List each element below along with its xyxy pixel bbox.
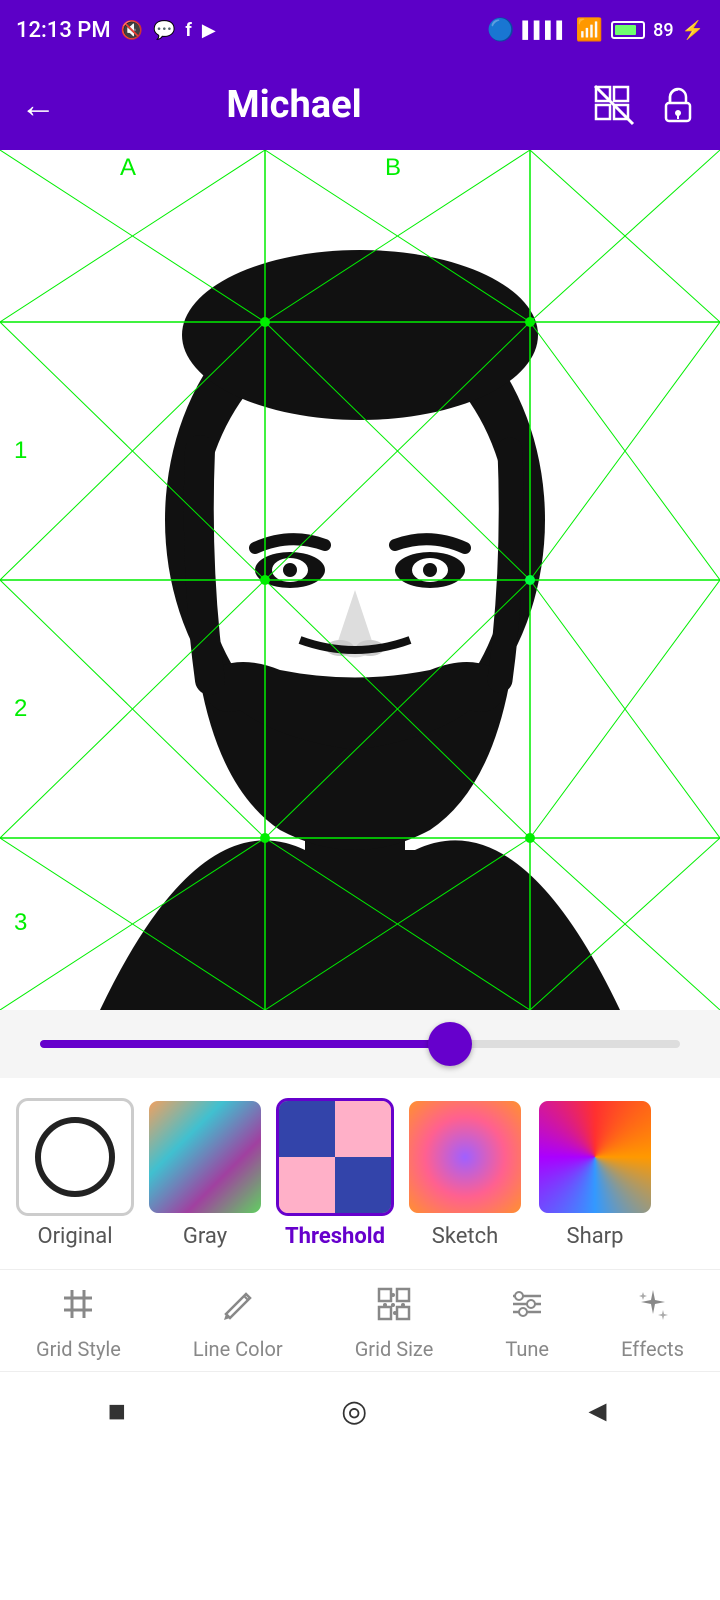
filter-sketch[interactable]: Sketch bbox=[406, 1098, 524, 1249]
canvas-area: A B 1 2 3 bbox=[0, 150, 720, 1010]
sketch-thumb-visual bbox=[409, 1101, 521, 1213]
nav-home-button[interactable]: ◎ bbox=[341, 1394, 367, 1429]
page-title: Michael bbox=[76, 83, 512, 127]
grid-toggle-button[interactable] bbox=[592, 83, 636, 127]
header-icons bbox=[592, 83, 700, 127]
tune-icon bbox=[509, 1286, 545, 1331]
filter-sketch-label: Sketch bbox=[432, 1224, 499, 1249]
status-bar: 12:13 PM 🔇 💬 f ▶ 🔵 ▌▌▌▌ 📶 89 ⚡ bbox=[0, 0, 720, 60]
toolbar-line-color[interactable]: Line Color bbox=[193, 1286, 283, 1361]
tune-label: Tune bbox=[505, 1337, 549, 1361]
filter-sharp-label: Sharp bbox=[567, 1224, 624, 1249]
filter-gray-label: Gray bbox=[183, 1224, 227, 1249]
filter-original-label: Original bbox=[37, 1224, 112, 1249]
filter-threshold[interactable]: Threshold bbox=[276, 1098, 394, 1249]
lock-button[interactable] bbox=[656, 83, 700, 127]
status-left: 12:13 PM 🔇 💬 f ▶ bbox=[16, 18, 216, 43]
nav-stop-button[interactable]: ■ bbox=[108, 1394, 126, 1429]
lock-icon bbox=[656, 83, 700, 127]
hashtag-icon bbox=[60, 1286, 96, 1322]
toolbar-grid-style[interactable]: Grid Style bbox=[36, 1286, 121, 1361]
filter-threshold-thumb bbox=[276, 1098, 394, 1216]
toolbar-tune[interactable]: Tune bbox=[505, 1286, 549, 1361]
portrait-image bbox=[0, 150, 720, 1010]
status-time: 12:13 PM bbox=[16, 18, 111, 43]
gray-thumb-visual bbox=[149, 1101, 261, 1213]
toolbar-grid-size[interactable]: Grid Size bbox=[355, 1286, 434, 1361]
battery-icon bbox=[611, 21, 645, 39]
grid-size-label: Grid Size bbox=[355, 1337, 434, 1361]
slider-thumb[interactable] bbox=[428, 1022, 472, 1066]
filter-section: Original Gray Threshold Sketch bbox=[0, 1078, 720, 1269]
header: ← Michael bbox=[0, 60, 720, 150]
grid-size-icon bbox=[376, 1286, 412, 1331]
toolbar-effects[interactable]: Effects bbox=[621, 1286, 684, 1361]
charging-icon: ⚡ bbox=[682, 20, 704, 41]
filter-original[interactable]: Original bbox=[16, 1098, 134, 1249]
message-icon: 💬 bbox=[153, 20, 175, 41]
status-right: 🔵 ▌▌▌▌ 📶 89 ⚡ bbox=[487, 18, 704, 43]
line-color-label: Line Color bbox=[193, 1337, 283, 1361]
grid-style-label: Grid Style bbox=[36, 1337, 121, 1361]
filter-sharp[interactable]: Sharp bbox=[536, 1098, 654, 1249]
original-circle-icon bbox=[35, 1117, 115, 1197]
back-button[interactable]: ← bbox=[20, 84, 56, 126]
threshold-slider[interactable] bbox=[40, 1040, 680, 1048]
nav-back-button[interactable]: ◄ bbox=[583, 1394, 613, 1429]
effects-label: Effects bbox=[621, 1337, 684, 1361]
sharp-thumb-visual bbox=[539, 1101, 651, 1213]
effects-icon bbox=[635, 1286, 671, 1331]
wifi-icon: 📶 bbox=[576, 18, 603, 43]
filter-row: Original Gray Threshold Sketch bbox=[16, 1098, 704, 1259]
bluetooth-icon: 🔵 bbox=[487, 18, 514, 43]
grid-style-icon bbox=[60, 1286, 96, 1331]
filter-sharp-thumb bbox=[536, 1098, 654, 1216]
battery-percent: 89 bbox=[653, 20, 673, 41]
filter-original-thumb bbox=[16, 1098, 134, 1216]
slider-fill bbox=[40, 1040, 450, 1048]
pencil-icon bbox=[220, 1286, 256, 1331]
filter-sketch-thumb bbox=[406, 1098, 524, 1216]
slider-area bbox=[0, 1010, 720, 1078]
toolbar: Grid Style Line Color bbox=[0, 1269, 720, 1371]
facebook-icon: f bbox=[185, 20, 191, 41]
youtube-icon: ▶ bbox=[202, 20, 216, 41]
grid-slash-icon bbox=[592, 83, 636, 127]
mute-icon: 🔇 bbox=[121, 20, 143, 41]
filter-gray[interactable]: Gray bbox=[146, 1098, 264, 1249]
filter-threshold-label: Threshold bbox=[285, 1224, 385, 1249]
signal-icon: ▌▌▌▌ bbox=[522, 20, 567, 40]
nav-bar: ■ ◎ ◄ bbox=[0, 1371, 720, 1451]
filter-gray-thumb bbox=[146, 1098, 264, 1216]
